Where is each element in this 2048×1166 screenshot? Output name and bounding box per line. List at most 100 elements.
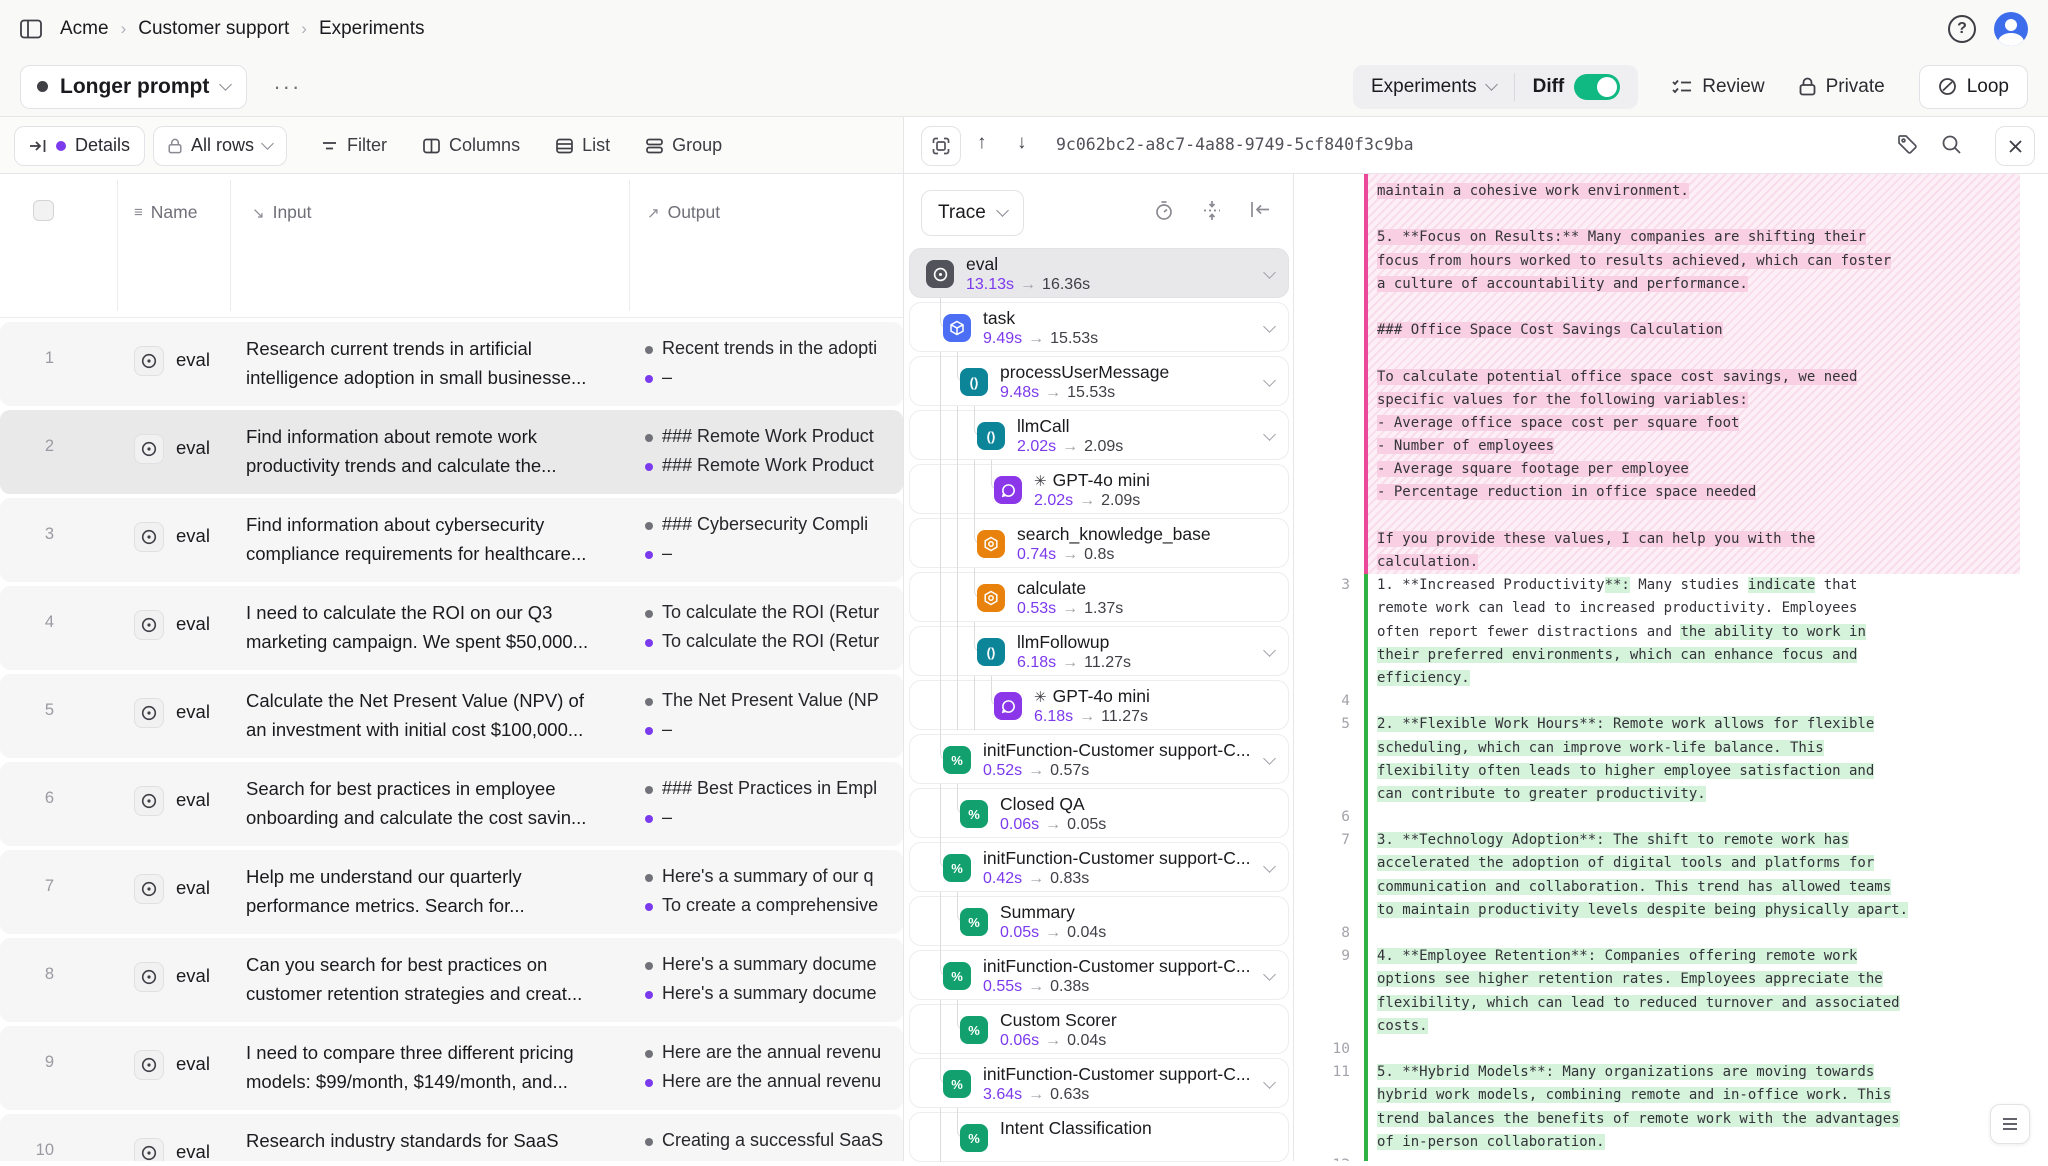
tag-icon[interactable] [1897, 134, 1918, 155]
trace-tree-row[interactable]: ✳GPT-4o mini2.02s→2.09s [909, 464, 1289, 514]
output-bullet [645, 522, 653, 530]
breadcrumb-org[interactable]: Acme [60, 18, 109, 40]
trace-tree-row[interactable]: ()processUserMessage9.48s→15.53s [909, 356, 1289, 406]
chevron-down-icon[interactable] [1263, 968, 1276, 981]
chevron-down-icon[interactable] [1263, 320, 1276, 333]
search-icon[interactable] [1941, 134, 1962, 155]
trace-tree-row[interactable]: eval13.13s→16.36s [909, 248, 1289, 298]
scorer-icon: % [960, 1124, 988, 1152]
next-row-button[interactable]: ↓ [1017, 132, 1027, 154]
function-icon: () [977, 422, 1005, 450]
group-button[interactable]: Group [632, 126, 736, 166]
diff-removed-line: - Average office space cost per square f… [1368, 412, 2020, 435]
arrow-right-icon: → [1039, 816, 1067, 833]
expand-trace-button[interactable] [921, 126, 961, 166]
diff-removed-text: - Average square footage per employee [1377, 461, 1689, 477]
table-row[interactable]: 10evalResearch industry standards for Sa… [0, 1114, 903, 1161]
trace-tree-row[interactable]: %initFunction-Customer support-C...0.42s… [909, 842, 1289, 892]
trace-tree-row[interactable]: %Closed QA0.06s→0.05s [909, 788, 1289, 838]
list-button[interactable]: List [542, 126, 624, 166]
diff-added-line: to maintain productivity levels despite … [1368, 899, 2020, 922]
filter-button[interactable]: Filter [307, 126, 401, 166]
trace-tree-row[interactable]: %initFunction-Customer support-C...3.64s… [909, 1058, 1289, 1108]
trace-tree-row[interactable]: %initFunction-Customer support-C...0.52s… [909, 734, 1289, 784]
table-row[interactable]: 5evalCalculate the Net Present Value (NP… [0, 674, 903, 758]
chevron-down-icon[interactable] [1263, 752, 1276, 765]
chevron-down-icon[interactable] [1263, 860, 1276, 873]
trace-tree-row[interactable]: %Custom Scorer0.06s→0.04s [909, 1004, 1289, 1054]
table-row[interactable]: 2evalFind information about remote workp… [0, 410, 903, 494]
diff-added-text: costs. [1377, 1018, 1428, 1034]
sidebar-toggle-icon[interactable] [20, 19, 42, 39]
chevron-down-icon[interactable] [1263, 1076, 1276, 1089]
diff-line-number: 3 [1306, 574, 1350, 597]
experiment-selector[interactable]: Longer prompt [20, 65, 247, 109]
help-icon[interactable]: ? [1948, 15, 1976, 43]
column-divider[interactable] [629, 180, 630, 311]
table-row[interactable]: 7evalHelp me understand our quarterlyper… [0, 850, 903, 934]
column-header-input[interactable]: ↘ Input [252, 202, 312, 223]
diff-label: Diff [1533, 76, 1565, 98]
trace-tree-row[interactable]: search_knowledge_base0.74s→0.8s [909, 518, 1289, 568]
trace-view-selector[interactable]: Trace [921, 190, 1024, 236]
trace-tree-row[interactable]: task9.49s→15.53s [909, 302, 1289, 352]
output-bullet [645, 903, 653, 911]
table-row[interactable]: 8evalCan you search for best practices o… [0, 938, 903, 1022]
arrow-right-icon: → [1056, 438, 1084, 455]
close-icon[interactable] [1995, 126, 2035, 166]
trace-tree-row[interactable]: calculate0.53s→1.37s [909, 572, 1289, 622]
chevron-down-icon[interactable] [1263, 266, 1276, 279]
review-button[interactable]: Review [1672, 76, 1764, 98]
trace-tree-row[interactable]: ✳GPT-4o mini6.18s→11.27s [909, 680, 1289, 730]
diff-removed-text: focus from hours worked to results achie… [1377, 253, 1891, 269]
trace-tree-row[interactable]: %initFunction-Customer support-C...0.55s… [909, 950, 1289, 1000]
arrow-right-icon: → [1022, 978, 1050, 995]
diff-added-line: hybrid work models, combining remote and… [1368, 1084, 2020, 1107]
rows-filter-button[interactable]: All rows [153, 126, 287, 166]
name-header-label: Name [151, 202, 198, 223]
breadcrumb-section[interactable]: Experiments [319, 18, 425, 40]
chevron-down-icon[interactable] [1263, 644, 1276, 657]
table-row[interactable]: 3evalFind information about cybersecurit… [0, 498, 903, 582]
private-button[interactable]: Private [1799, 76, 1885, 98]
column-header-name[interactable]: ≡ Name [134, 202, 197, 223]
table-row[interactable]: 6evalSearch for best practices in employ… [0, 762, 903, 846]
trace-tree-row[interactable]: %Summary0.05s→0.04s [909, 896, 1289, 946]
timer-icon[interactable] [1154, 200, 1174, 221]
previous-row-button[interactable]: ↑ [977, 132, 987, 154]
chevron-down-icon[interactable] [1263, 374, 1276, 387]
view-selector[interactable]: Experiments [1353, 76, 1514, 98]
chevron-down-icon[interactable] [1263, 428, 1276, 441]
trace-tree-row[interactable]: ()llmFollowup6.18s→11.27s [909, 626, 1289, 676]
more-options-button[interactable]: ··· [265, 68, 309, 106]
diff-removed-line: a culture of accountability and performa… [1368, 273, 2020, 296]
collapse-vertical-icon[interactable] [1202, 200, 1222, 221]
diff-removed-text: 5. **Focus on Results:** Many companies … [1377, 229, 1866, 245]
breadcrumb-project[interactable]: Customer support [138, 18, 289, 40]
details-button[interactable]: Details [14, 126, 145, 166]
diff-line-number: 9 [1306, 945, 1350, 968]
loop-button[interactable]: Loop [1919, 65, 2028, 109]
output-bullet [645, 1050, 653, 1058]
columns-icon [423, 138, 440, 154]
diff-toggle[interactable] [1574, 74, 1620, 100]
diff-removed-text: specific values for the following variab… [1377, 392, 1748, 408]
table-row[interactable]: 9evalI need to compare three different p… [0, 1026, 903, 1110]
table-row[interactable]: 4evalI need to calculate the ROI on our … [0, 586, 903, 670]
outline-menu-icon[interactable] [1990, 1104, 2030, 1144]
table-row[interactable]: 1evalResearch current trends in artifici… [0, 322, 903, 406]
avatar[interactable] [1994, 12, 2028, 46]
column-divider[interactable] [117, 180, 118, 311]
columns-label: Columns [449, 135, 520, 156]
column-header-output[interactable]: ↗ Output [647, 202, 720, 223]
collapse-left-icon[interactable] [1250, 200, 1271, 221]
diff-removed-line [1368, 342, 2020, 365]
columns-button[interactable]: Columns [409, 126, 534, 166]
trace-tree-row[interactable]: %Intent Classification [909, 1112, 1289, 1162]
select-all-checkbox[interactable] [33, 200, 54, 221]
diff-added-text: scheduling, which can improve work-life … [1377, 740, 1824, 756]
column-divider[interactable] [230, 180, 231, 311]
scorer-icon: % [960, 800, 988, 828]
review-label: Review [1702, 76, 1764, 98]
trace-tree-row[interactable]: ()llmCall2.02s→2.09s [909, 410, 1289, 460]
